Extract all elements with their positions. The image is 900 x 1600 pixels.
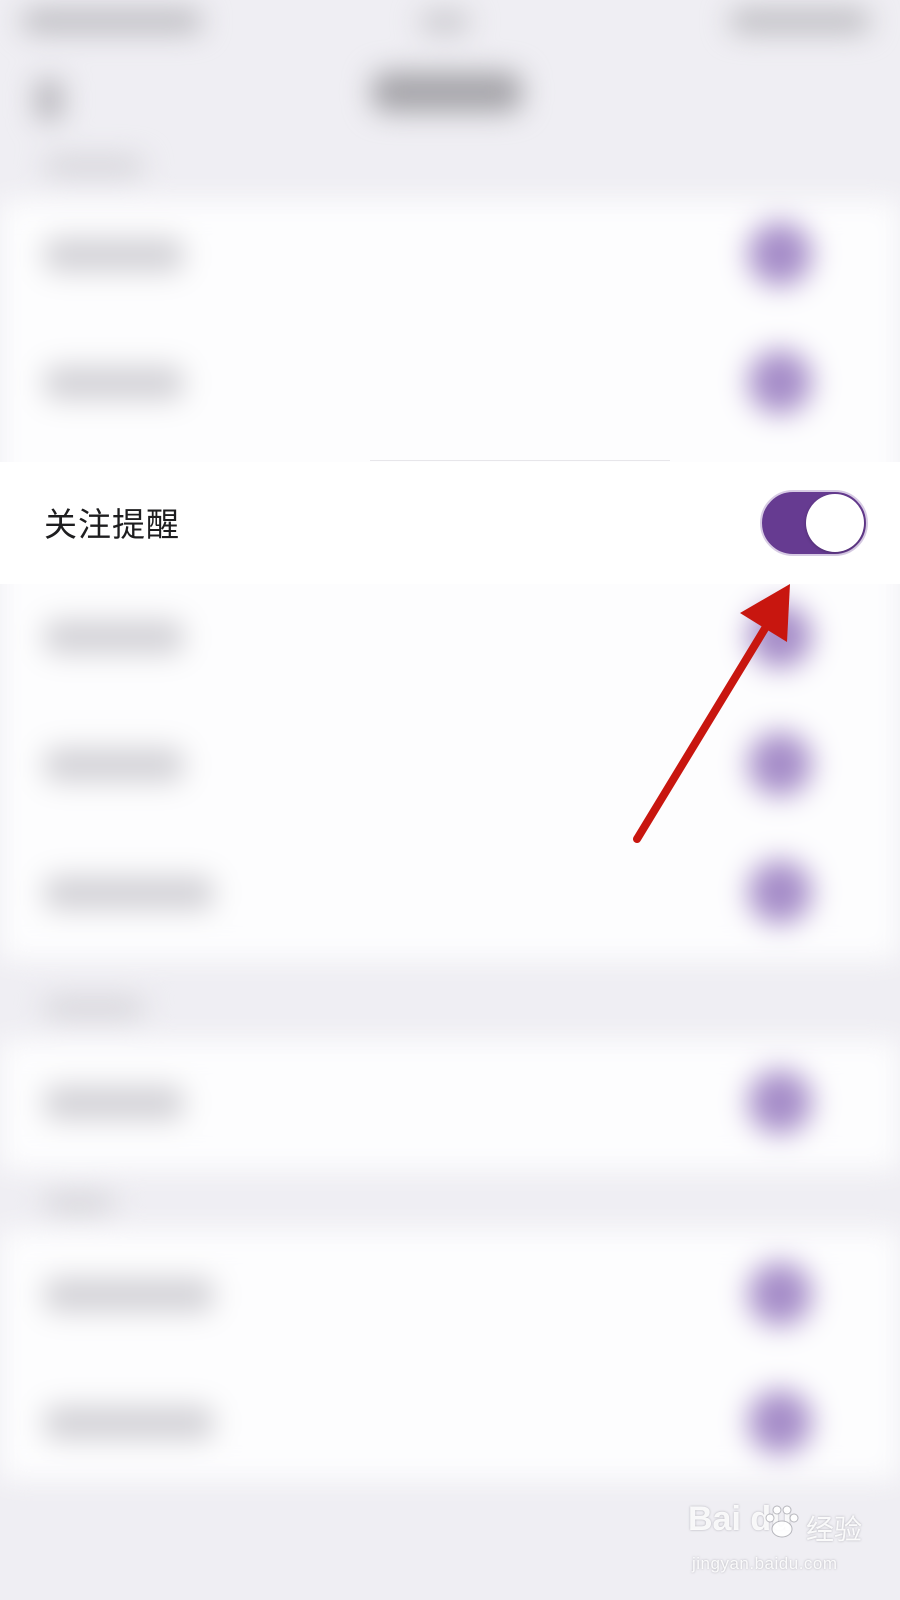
page-title (372, 72, 522, 112)
app-screen: 关注提醒 Bai du 经验 jingyan.baidu.com (0, 0, 900, 1600)
baidu-watermark: Bai du 经验 jingyan.baidu.com (688, 1500, 888, 1590)
setting-toggle[interactable] (748, 1070, 812, 1134)
setting-toggle[interactable] (748, 222, 812, 286)
paw-icon (765, 1505, 799, 1538)
follow-reminder-label: 关注提醒 (44, 505, 180, 544)
settings-group-3 (0, 1230, 900, 1480)
setting-label (44, 748, 184, 782)
watermark-brand-cn: 经验 (806, 1513, 863, 1546)
watermark-url: jingyan.baidu.com (692, 1554, 838, 1573)
setting-label (44, 366, 184, 400)
status-bar-center (420, 12, 470, 32)
setting-toggle[interactable] (748, 1390, 812, 1454)
setting-label (44, 1278, 214, 1312)
status-bar (0, 0, 900, 50)
setting-toggle[interactable] (748, 350, 812, 414)
setting-label (44, 620, 184, 654)
section-header (44, 158, 144, 174)
section-header (44, 1000, 144, 1016)
follow-reminder-toggle[interactable] (760, 490, 868, 556)
setting-label (44, 1406, 214, 1440)
setting-label (44, 1086, 184, 1120)
settings-group-2 (0, 1040, 900, 1170)
setting-label (44, 238, 184, 272)
setting-toggle[interactable] (748, 860, 812, 924)
section-header (44, 1195, 114, 1211)
nav-bar (0, 50, 900, 160)
setting-toggle[interactable] (748, 1262, 812, 1326)
setting-toggle[interactable] (748, 604, 812, 668)
status-bar-right (730, 10, 870, 32)
setting-toggle[interactable] (748, 732, 812, 796)
blurred-background (0, 0, 900, 1600)
row-divider (370, 460, 670, 461)
setting-label (44, 876, 214, 910)
back-icon[interactable] (36, 80, 62, 120)
toggle-knob (806, 494, 864, 552)
status-bar-left (22, 10, 202, 32)
